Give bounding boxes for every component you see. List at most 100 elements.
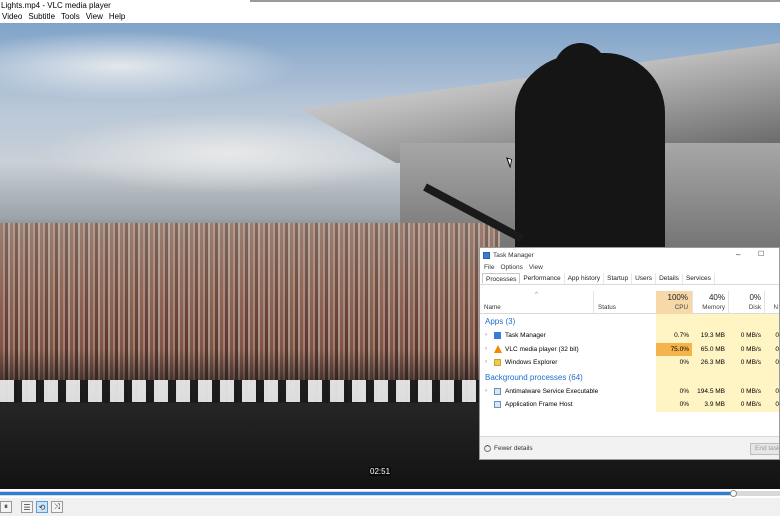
process-network: 0 [775, 387, 779, 395]
disk-cell-bg [728, 369, 764, 385]
process-cpu: 0% [679, 401, 689, 409]
table-row[interactable]: Application Frame Host 0% 3.9 MB 0 MB/s … [480, 398, 779, 412]
time-overlay: 02:51 [369, 467, 392, 476]
vlc-menu-bar: Video Subtitle Tools View Help [0, 11, 780, 23]
loop-button[interactable]: ⟲ [36, 501, 48, 513]
tm-menu-options[interactable]: Options [500, 264, 522, 271]
group-background-processes[interactable]: Background processes (64) [480, 369, 779, 385]
process-memory: 26.3 MB [700, 359, 725, 367]
process-network: 0 [775, 359, 779, 367]
process-memory: 3.9 MB [704, 401, 725, 409]
table-row[interactable]: › Antimalware Service Executable 0% 194.… [480, 384, 779, 399]
expand-chevron-icon[interactable]: › [485, 329, 487, 343]
menu-video[interactable]: Video [0, 11, 26, 23]
process-disk: 0 MB/s [740, 401, 761, 409]
minimize-icon[interactable]: – [736, 250, 740, 259]
playlist-button[interactable]: ☰ [21, 501, 33, 513]
col-name[interactable]: Name [484, 304, 501, 311]
tab-details[interactable]: Details [656, 273, 683, 284]
vlc-title-bar: Lights.mp4 - VLC media player [0, 0, 780, 11]
group-apps-label: Apps (3) [485, 317, 516, 326]
menu-tools[interactable]: Tools [59, 11, 84, 23]
video-scene-stage-lights [0, 380, 480, 402]
pause-button[interactable]: ⏸ [0, 501, 12, 513]
expand-chevron-icon[interactable]: › [485, 356, 487, 370]
process-table-header: ^ Name Status 100% CPU 40% Memory 0% Dis… [480, 291, 779, 314]
network-cell-bg [764, 369, 779, 385]
expand-chevron-icon[interactable]: › [485, 385, 487, 399]
process-cpu: 0% [679, 359, 689, 367]
memory-cell-bg [692, 369, 728, 385]
process-network: 0 [775, 332, 779, 339]
cpu-cell-bg [656, 314, 692, 329]
task-manager-title-bar: Task Manager – ☐ [480, 248, 779, 262]
tab-startup[interactable]: Startup [604, 273, 633, 284]
memory-cell-bg [692, 314, 728, 329]
tab-processes[interactable]: Processes [482, 273, 521, 284]
col-network[interactable]: N [764, 304, 778, 311]
vlc-cone-icon [494, 344, 502, 353]
process-table: ^ Name Status 100% CPU 40% Memory 0% Dis… [480, 291, 779, 412]
table-row[interactable]: › VLC media player (32 bit) 75.0% 65.0 M… [480, 342, 779, 357]
folder-icon [494, 359, 501, 367]
tab-services[interactable]: Services [683, 273, 715, 284]
menu-help[interactable]: Help [107, 11, 129, 23]
video-scene-cloud [0, 31, 300, 101]
cpu-cell-bg [656, 369, 692, 385]
table-row[interactable]: › Windows Explorer 0% 26.3 MB 0 MB/s 0 [480, 356, 779, 370]
process-name: Antimalware Service Executable [505, 387, 599, 395]
task-manager-tabs: Processes Performance App history Startu… [480, 273, 779, 285]
col-cpu-total[interactable]: 100% [656, 293, 688, 302]
task-manager-window: Task Manager – ☐ File Options View Proce… [479, 247, 780, 460]
task-manager-icon [494, 332, 501, 339]
process-name: Task Manager [505, 332, 546, 339]
col-status[interactable]: Status [598, 304, 616, 311]
group-background-label: Background processes (64) [485, 372, 583, 382]
task-manager-icon [483, 251, 490, 259]
fewer-details-button[interactable]: ^ Fewer details [484, 445, 533, 452]
process-cpu: 0.7% [674, 332, 689, 339]
process-disk: 0 MB/s [740, 332, 761, 339]
process-cpu: 75.0% [670, 345, 689, 353]
tab-performance[interactable]: Performance [520, 273, 565, 284]
seek-bar-fill [0, 492, 734, 495]
window-title: Lights.mp4 - VLC media player [1, 1, 111, 10]
service-icon [494, 387, 501, 395]
column-divider [593, 291, 594, 314]
network-cell-bg [764, 314, 779, 329]
col-disk-total[interactable]: 0% [728, 293, 761, 302]
col-disk[interactable]: Disk [728, 304, 761, 311]
playback-controls: ⏸ ☰ ⟲ ⤨ [0, 498, 780, 516]
col-cpu[interactable]: CPU [656, 304, 688, 311]
tm-menu-file[interactable]: File [484, 264, 494, 271]
process-network: 0 [775, 345, 779, 353]
video-scene-crowd-shade [0, 223, 500, 403]
shuffle-button[interactable]: ⤨ [51, 501, 63, 513]
service-icon [494, 401, 501, 409]
expand-chevron-icon[interactable]: › [485, 343, 487, 357]
maximize-icon[interactable]: ☐ [758, 250, 764, 258]
menu-view[interactable]: View [84, 11, 107, 23]
process-name: Windows Explorer [505, 359, 558, 367]
seek-bar[interactable] [0, 490, 780, 497]
tab-app-history[interactable]: App history [565, 273, 605, 284]
tab-users[interactable]: Users [632, 273, 657, 284]
task-manager-title: Task Manager [493, 251, 534, 259]
col-memory-total[interactable]: 40% [692, 293, 725, 302]
process-memory: 194.5 MB [697, 387, 725, 395]
pause-icon: ⏸ [4, 502, 8, 511]
end-task-button[interactable]: End task [750, 443, 779, 455]
task-manager-footer: ^ Fewer details End task [480, 436, 779, 459]
menu-subtitle[interactable]: Subtitle [26, 11, 59, 23]
group-apps[interactable]: Apps (3) [480, 314, 779, 329]
shuffle-icon: ⤨ [53, 502, 61, 511]
seek-bar-handle[interactable] [730, 490, 738, 497]
task-manager-menu-bar: File Options View [480, 262, 779, 273]
tm-menu-view[interactable]: View [529, 264, 543, 271]
table-row[interactable]: › Task Manager 0.7% 19.3 MB 0 MB/s 0 [480, 329, 779, 343]
fewer-details-label: Fewer details [494, 445, 533, 452]
process-memory: 65.0 MB [700, 345, 725, 353]
process-disk: 0 MB/s [740, 387, 761, 395]
process-disk: 0 MB/s [740, 345, 761, 353]
col-memory[interactable]: Memory [692, 304, 725, 311]
